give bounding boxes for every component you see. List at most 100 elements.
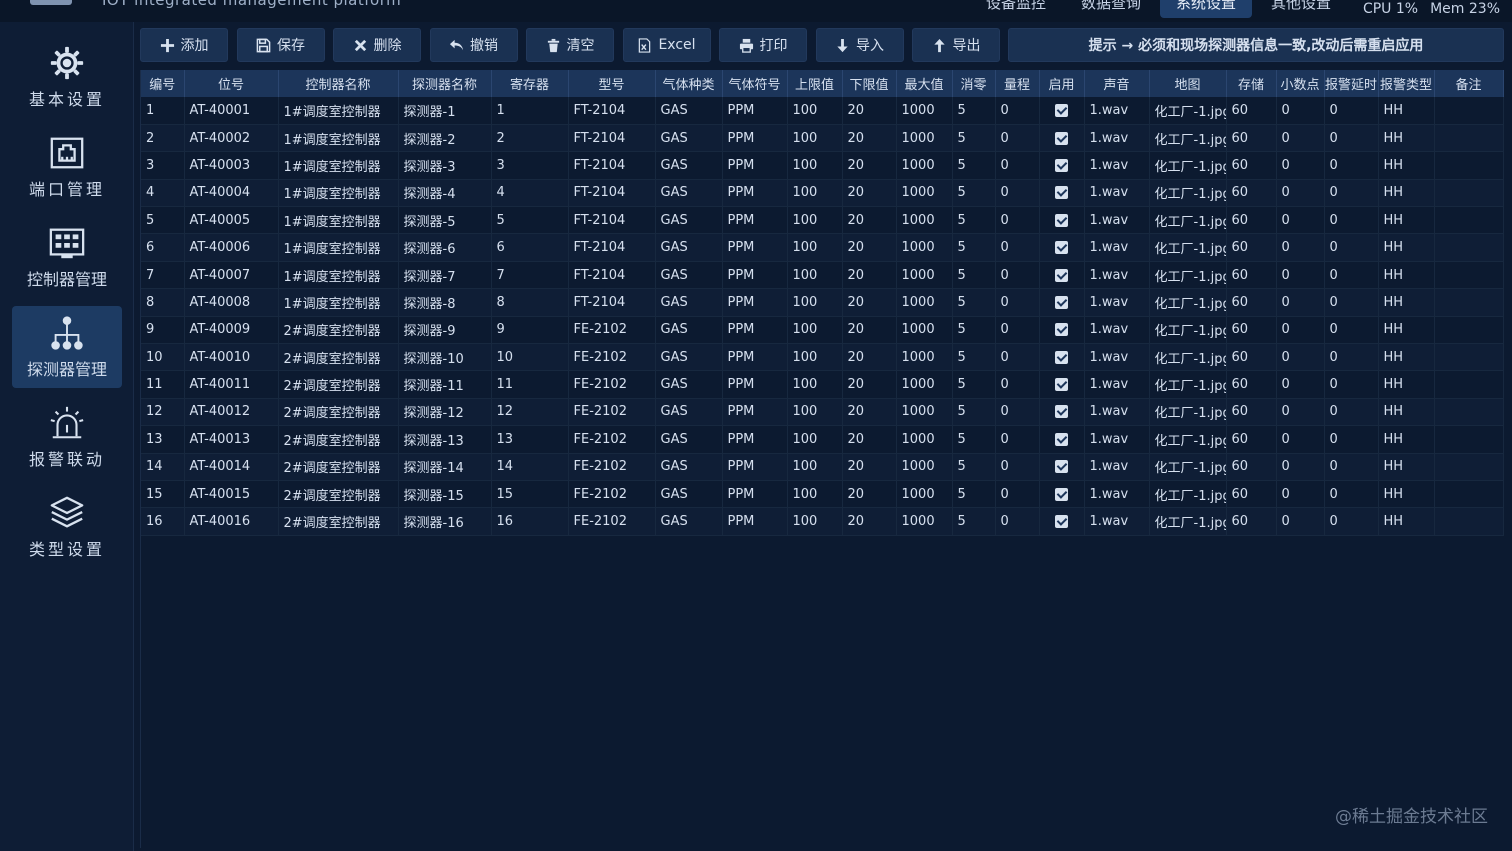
table-cell[interactable]: 1.wav — [1084, 233, 1150, 262]
table-cell[interactable]: 7 — [491, 261, 569, 290]
table-cell[interactable]: 20 — [842, 398, 897, 427]
table-cell[interactable]: 0 — [995, 398, 1040, 427]
table-cell[interactable]: 0 — [995, 507, 1040, 536]
table-cell[interactable]: 20 — [842, 206, 897, 235]
table-row[interactable]: 4 AT-40004 1#调度室控制器 探测器-4 4 FT-2104 GAS PPM 100 2… — [141, 179, 1504, 208]
table-cell[interactable]: 0 — [1276, 124, 1325, 153]
table-cell[interactable]: 1 — [491, 97, 569, 125]
table-cell[interactable]: GAS — [655, 316, 723, 345]
clear-button[interactable]: 清空 — [526, 28, 614, 62]
table-cell[interactable]: 15 — [491, 480, 569, 509]
table-cell[interactable]: 0 — [1276, 151, 1325, 180]
table-cell[interactable]: 20 — [842, 480, 897, 509]
enable-cell[interactable] — [1039, 179, 1085, 208]
table-cell[interactable]: 0 — [995, 343, 1040, 372]
table-cell[interactable]: 1000 — [896, 343, 953, 372]
table-cell[interactable]: HH — [1378, 316, 1435, 345]
table-cell[interactable]: 60 — [1226, 480, 1277, 509]
table-cell[interactable]: PPM — [722, 343, 788, 372]
table-cell[interactable]: 2#调度室控制器 — [278, 425, 399, 454]
table-cell[interactable]: GAS — [655, 480, 723, 509]
table-row[interactable]: 8 AT-40008 1#调度室控制器 探测器-8 8 FT-2104 GAS PPM 100 2… — [141, 288, 1504, 317]
table-cell[interactable]: GAS — [655, 206, 723, 235]
table-cell[interactable]: 100 — [787, 316, 843, 345]
print-button[interactable]: 打印 — [719, 28, 807, 62]
table-cell[interactable]: 化工厂-1.jpg — [1149, 97, 1227, 125]
table-cell[interactable]: 1.wav — [1084, 370, 1150, 399]
table-cell[interactable]: FT-2104 — [568, 288, 656, 317]
table-cell[interactable]: 20 — [842, 370, 897, 399]
table-cell[interactable]: 1.wav — [1084, 507, 1150, 536]
table-cell[interactable] — [1434, 453, 1504, 481]
column-header[interactable]: 消零 — [952, 70, 996, 97]
table-cell[interactable]: 20 — [842, 261, 897, 290]
table-cell[interactable]: 0 — [1276, 288, 1325, 317]
table-cell[interactable]: 3 — [491, 151, 569, 180]
column-header[interactable]: 上限值 — [787, 70, 843, 97]
table-cell[interactable]: 化工厂-1.jpg — [1149, 233, 1227, 262]
table-cell[interactable]: 8 — [491, 288, 569, 317]
table-cell[interactable]: 0 — [1276, 316, 1325, 345]
table-cell[interactable]: HH — [1378, 261, 1435, 290]
column-header[interactable]: 探测器名称 — [398, 70, 492, 97]
table-cell[interactable]: 20 — [842, 507, 897, 536]
table-cell[interactable]: 0 — [1276, 398, 1325, 427]
table-cell[interactable]: 1000 — [896, 179, 953, 208]
table-cell[interactable]: 100 — [787, 425, 843, 454]
table-cell[interactable]: 60 — [1226, 261, 1277, 290]
table-cell[interactable]: 100 — [787, 480, 843, 509]
table-cell[interactable]: 化工厂-1.jpg — [1149, 507, 1227, 536]
table-cell[interactable]: AT-40011 — [184, 370, 279, 399]
table-cell[interactable]: 5 — [141, 206, 185, 235]
table-cell[interactable]: 100 — [787, 398, 843, 427]
table-cell[interactable] — [1434, 425, 1504, 454]
column-header[interactable]: 最大值 — [896, 70, 953, 97]
table-cell[interactable]: 20 — [842, 453, 897, 481]
table-cell[interactable]: 11 — [141, 370, 185, 399]
table-cell[interactable]: 化工厂-1.jpg — [1149, 343, 1227, 372]
table-cell[interactable]: 60 — [1226, 206, 1277, 235]
table-cell[interactable]: 0 — [1324, 425, 1379, 454]
table-cell[interactable]: AT-40001 — [184, 97, 279, 125]
enable-checkbox[interactable] — [1055, 323, 1068, 337]
table-cell[interactable]: 1#调度室控制器 — [278, 151, 399, 180]
enable-cell[interactable] — [1039, 480, 1085, 509]
table-cell[interactable]: 5 — [952, 480, 996, 509]
table-cell[interactable]: 1.wav — [1084, 206, 1150, 235]
table-cell[interactable]: 20 — [842, 343, 897, 372]
table-cell[interactable]: 探测器-6 — [398, 233, 492, 262]
enable-checkbox[interactable] — [1055, 487, 1068, 501]
table-cell[interactable]: PPM — [722, 124, 788, 153]
enable-cell[interactable] — [1039, 233, 1085, 262]
table-cell[interactable]: 10 — [491, 343, 569, 372]
table-cell[interactable]: 1000 — [896, 288, 953, 317]
table-cell[interactable]: 0 — [1324, 507, 1379, 536]
table-cell[interactable]: 16 — [491, 507, 569, 536]
table-cell[interactable]: HH — [1378, 97, 1435, 125]
table-cell[interactable]: 8 — [141, 288, 185, 317]
table-cell[interactable]: 100 — [787, 370, 843, 399]
table-cell[interactable]: FT-2104 — [568, 97, 656, 125]
table-cell[interactable]: 化工厂-1.jpg — [1149, 288, 1227, 317]
table-cell[interactable]: 60 — [1226, 124, 1277, 153]
table-cell[interactable]: 20 — [842, 233, 897, 262]
table-row[interactable]: 14 AT-40014 2#调度室控制器 探测器-14 14 FE-2102 GAS PPM 1… — [141, 453, 1504, 481]
table-cell[interactable]: GAS — [655, 151, 723, 180]
enable-cell[interactable] — [1039, 97, 1085, 125]
table-cell[interactable]: 60 — [1226, 507, 1277, 536]
delete-button[interactable]: 删除 — [333, 28, 421, 62]
table-cell[interactable]: 12 — [141, 398, 185, 427]
sidebar-item-basic-settings[interactable]: 基本设置 — [12, 36, 122, 118]
enable-checkbox[interactable] — [1055, 460, 1068, 474]
table-cell[interactable]: 5 — [952, 124, 996, 153]
enable-checkbox[interactable] — [1055, 131, 1068, 145]
column-header[interactable]: 寄存器 — [491, 70, 569, 97]
table-cell[interactable]: FT-2104 — [568, 206, 656, 235]
table-cell[interactable]: 1000 — [896, 370, 953, 399]
table-cell[interactable]: 10 — [141, 343, 185, 372]
table-cell[interactable]: 探测器-1 — [398, 97, 492, 125]
column-header[interactable]: 小数点 — [1276, 70, 1325, 97]
table-cell[interactable]: PPM — [722, 316, 788, 345]
table-cell[interactable]: GAS — [655, 124, 723, 153]
table-cell[interactable]: 0 — [1324, 453, 1379, 481]
